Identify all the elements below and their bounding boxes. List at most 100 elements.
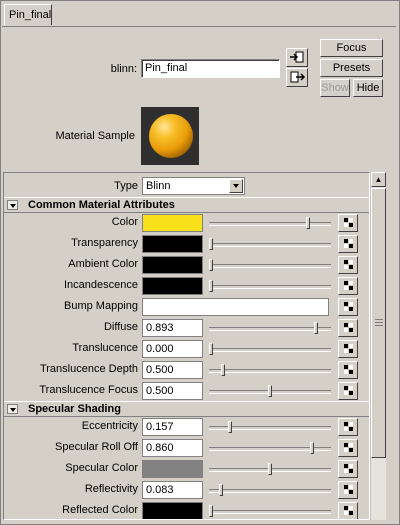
- material-sample-label: Material Sample: [55, 130, 135, 142]
- value-slider[interactable]: [209, 279, 331, 293]
- slider-handle[interactable]: [268, 385, 272, 397]
- color-swatch[interactable]: [142, 256, 203, 274]
- value-field[interactable]: 0.860: [142, 439, 203, 457]
- slider-track: [209, 489, 331, 493]
- value-slider[interactable]: [209, 216, 331, 230]
- slider-handle[interactable]: [209, 280, 213, 292]
- color-swatch[interactable]: [142, 214, 203, 232]
- attribute-label: Bump Mapping: [64, 300, 138, 312]
- slider-handle[interactable]: [219, 484, 223, 496]
- collapse-arrow-icon[interactable]: [7, 200, 18, 210]
- presets-button[interactable]: Presets: [320, 59, 383, 77]
- slider-track: [209, 222, 331, 226]
- attribute-label: Translucence Depth: [39, 363, 138, 375]
- section-title: Specular Shading: [28, 403, 121, 415]
- type-dropdown[interactable]: Blinn: [142, 177, 245, 195]
- attribute-row: Translucence 0.000: [4, 339, 369, 359]
- value-slider[interactable]: [209, 321, 331, 335]
- value-slider[interactable]: [209, 504, 331, 518]
- value-field[interactable]: 0.500: [142, 361, 203, 379]
- slider-handle[interactable]: [306, 217, 310, 229]
- material-sample-swatch: [141, 107, 199, 165]
- map-button[interactable]: [338, 256, 358, 274]
- attribute-row: Bump Mapping: [4, 297, 369, 317]
- color-swatch[interactable]: [142, 235, 203, 253]
- value-slider[interactable]: [209, 384, 331, 398]
- map-button[interactable]: [338, 214, 358, 232]
- value-slider[interactable]: [209, 483, 331, 497]
- map-button[interactable]: [338, 298, 358, 316]
- slider-track: [209, 369, 331, 373]
- slider-handle[interactable]: [221, 364, 225, 376]
- input-connection-button[interactable]: [286, 48, 308, 67]
- output-connection-button[interactable]: [286, 68, 308, 87]
- common-material-section-header[interactable]: Common Material Attributes: [4, 197, 369, 213]
- map-button[interactable]: [338, 481, 358, 499]
- focus-button[interactable]: Focus: [320, 39, 383, 57]
- value-field[interactable]: 0.000: [142, 340, 203, 358]
- grip-line: [375, 322, 383, 323]
- value-slider[interactable]: [209, 363, 331, 377]
- slider-handle[interactable]: [310, 442, 314, 454]
- map-button[interactable]: [338, 277, 358, 295]
- value-field[interactable]: 0.157: [142, 418, 203, 436]
- map-button[interactable]: [338, 319, 358, 337]
- hide-button[interactable]: Hide: [353, 79, 383, 97]
- slider-handle[interactable]: [209, 238, 213, 250]
- attribute-row: Eccentricity 0.157: [4, 417, 369, 437]
- value-slider[interactable]: [209, 258, 331, 272]
- value-slider[interactable]: [209, 420, 331, 434]
- checker-icon: [344, 464, 353, 473]
- checker-icon: [344, 386, 353, 395]
- value-slider[interactable]: [209, 462, 331, 476]
- attribute-label: Specular Color: [65, 462, 138, 474]
- show-button[interactable]: Show: [320, 79, 350, 97]
- collapse-arrow-icon[interactable]: [7, 404, 18, 414]
- slider-handle[interactable]: [209, 505, 213, 517]
- map-button[interactable]: [338, 361, 358, 379]
- attribute-panel: Type Blinn Common Material Attributes Co…: [3, 172, 370, 520]
- scroll-thumb[interactable]: [371, 188, 386, 458]
- value-slider[interactable]: [209, 441, 331, 455]
- vertical-scrollbar[interactable]: ▲: [370, 172, 386, 520]
- specular-shading-section-header[interactable]: Specular Shading: [4, 401, 369, 417]
- tab-pin-final[interactable]: Pin_final: [4, 4, 52, 25]
- slider-handle[interactable]: [209, 259, 213, 271]
- slider-track: [209, 285, 331, 289]
- type-row: Type Blinn: [4, 174, 369, 198]
- material-name-field[interactable]: Pin_final: [141, 59, 280, 78]
- map-button[interactable]: [338, 418, 358, 436]
- attribute-label: Color: [111, 216, 138, 228]
- slider-handle[interactable]: [209, 343, 213, 355]
- value-slider[interactable]: [209, 342, 331, 356]
- value-field[interactable]: 0.893: [142, 319, 203, 337]
- color-swatch[interactable]: [142, 502, 203, 519]
- map-button[interactable]: [338, 439, 358, 457]
- map-button[interactable]: [338, 235, 358, 253]
- map-button[interactable]: [338, 340, 358, 358]
- slider-track: [209, 510, 331, 514]
- checker-icon: [344, 281, 353, 290]
- grip-line: [375, 325, 383, 326]
- slider-handle[interactable]: [228, 421, 232, 433]
- slider-track: [209, 264, 331, 268]
- type-label: Type: [114, 180, 138, 192]
- slider-handle[interactable]: [314, 322, 318, 334]
- checker-icon: [344, 239, 353, 248]
- color-swatch[interactable]: [142, 277, 203, 295]
- attribute-label: Transparency: [71, 237, 138, 249]
- slider-handle[interactable]: [268, 463, 272, 475]
- color-swatch[interactable]: [142, 460, 203, 478]
- value-field[interactable]: 0.500: [142, 382, 203, 400]
- value-field[interactable]: 0.083: [142, 481, 203, 499]
- attribute-row: Reflectivity 0.083: [4, 480, 369, 500]
- slider-track: [209, 327, 331, 331]
- attribute-row: Color: [4, 213, 369, 233]
- chevron-down-icon: [229, 179, 243, 193]
- bump-mapping-field[interactable]: [142, 298, 329, 316]
- map-button[interactable]: [338, 502, 358, 519]
- value-slider[interactable]: [209, 237, 331, 251]
- map-button[interactable]: [338, 382, 358, 400]
- map-button[interactable]: [338, 460, 358, 478]
- scroll-up-arrow[interactable]: ▲: [371, 172, 386, 187]
